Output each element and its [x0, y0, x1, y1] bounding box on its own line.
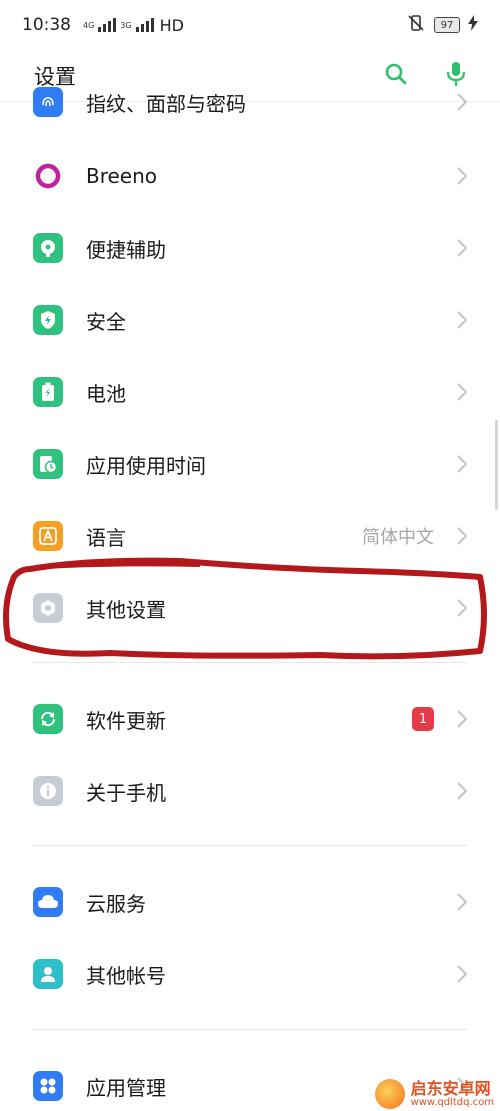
section-divider	[33, 845, 467, 846]
settings-item-label: 其他帐号	[86, 963, 166, 988]
chevron-right-icon	[456, 238, 468, 262]
status-bar: 10:38 4G 3G HD 97	[0, 0, 500, 50]
section-divider	[33, 662, 467, 663]
settings-item-label: 关于手机	[86, 780, 166, 805]
charging-icon	[468, 14, 478, 36]
settings-item-language[interactable]: 语言 简体中文	[0, 500, 500, 572]
chevron-right-icon	[456, 781, 468, 805]
signal-icon	[135, 18, 154, 32]
chevron-right-icon	[456, 92, 468, 116]
hd-indicator: HD	[159, 15, 184, 35]
settings-item-fingerprint[interactable]: 指纹、面部与密码	[0, 66, 500, 138]
settings-item-label: 应用使用时间	[86, 453, 206, 478]
update-count-badge: 1	[412, 707, 434, 731]
chevron-right-icon	[456, 526, 468, 550]
settings-item-screen-time[interactable]: 应用使用时间	[0, 428, 500, 500]
settings-item-about-phone[interactable]: 关于手机	[0, 755, 500, 827]
network-type-1: 4G	[83, 20, 95, 30]
settings-item-label: 应用管理	[86, 1075, 166, 1100]
update-icon	[33, 704, 63, 734]
settings-item-label: 云服务	[86, 891, 146, 916]
chevron-right-icon	[456, 964, 468, 988]
settings-item-label: 语言	[86, 525, 126, 550]
chevron-right-icon	[456, 454, 468, 478]
watermark-logo-icon	[374, 1079, 405, 1109]
watermark-url: www.qdltdq.com	[410, 1097, 494, 1109]
settings-item-assist[interactable]: 便捷辅助	[0, 212, 500, 284]
signal-icon	[98, 18, 117, 32]
battery-icon	[33, 377, 63, 407]
settings-item-label: 安全	[86, 309, 126, 334]
account-icon	[33, 959, 63, 989]
settings-item-other-settings[interactable]: 其他设置	[0, 572, 500, 644]
shield-icon	[33, 305, 63, 335]
gear-icon	[33, 593, 63, 623]
chevron-right-icon	[456, 166, 468, 190]
timer-icon	[33, 449, 63, 479]
watermark: 启东安卓网 www.qdltdq.com	[374, 1078, 494, 1109]
scrollbar[interactable]	[495, 420, 498, 510]
settings-item-label: 其他设置	[86, 597, 166, 622]
chevron-right-icon	[456, 709, 468, 733]
chevron-right-icon	[456, 598, 468, 622]
status-time: 10:38	[22, 15, 71, 35]
cloud-icon	[33, 887, 63, 917]
settings-item-label: 电池	[86, 381, 126, 406]
language-value: 简体中文	[362, 527, 434, 548]
chevron-right-icon	[456, 892, 468, 916]
settings-item-label: 软件更新	[86, 708, 166, 733]
mute-vibrate-icon	[406, 13, 426, 38]
settings-item-cloud[interactable]: 云服务	[0, 866, 500, 938]
section-divider	[33, 1029, 467, 1030]
settings-item-label: Breeno	[86, 164, 158, 188]
settings-item-security[interactable]: 安全	[0, 284, 500, 356]
settings-item-label: 指纹、面部与密码	[86, 91, 246, 116]
network-type-2: 3G	[120, 20, 132, 30]
chevron-right-icon	[456, 382, 468, 406]
info-icon	[33, 776, 63, 806]
chevron-right-icon	[456, 310, 468, 334]
settings-item-breeno[interactable]: Breeno	[0, 140, 500, 212]
assist-icon	[33, 233, 63, 263]
settings-item-other-accounts[interactable]: 其他帐号	[0, 938, 500, 1010]
watermark-name: 启东安卓网	[410, 1078, 491, 1098]
settings-item-software-update[interactable]: 软件更新 1	[0, 683, 500, 755]
settings-item-battery[interactable]: 电池	[0, 356, 500, 428]
fingerprint-icon	[33, 87, 63, 117]
battery-icon: 97	[434, 17, 460, 33]
settings-item-label: 便捷辅助	[86, 237, 166, 262]
breeno-icon	[33, 161, 63, 191]
apps-icon	[33, 1071, 63, 1101]
language-icon	[33, 521, 63, 551]
